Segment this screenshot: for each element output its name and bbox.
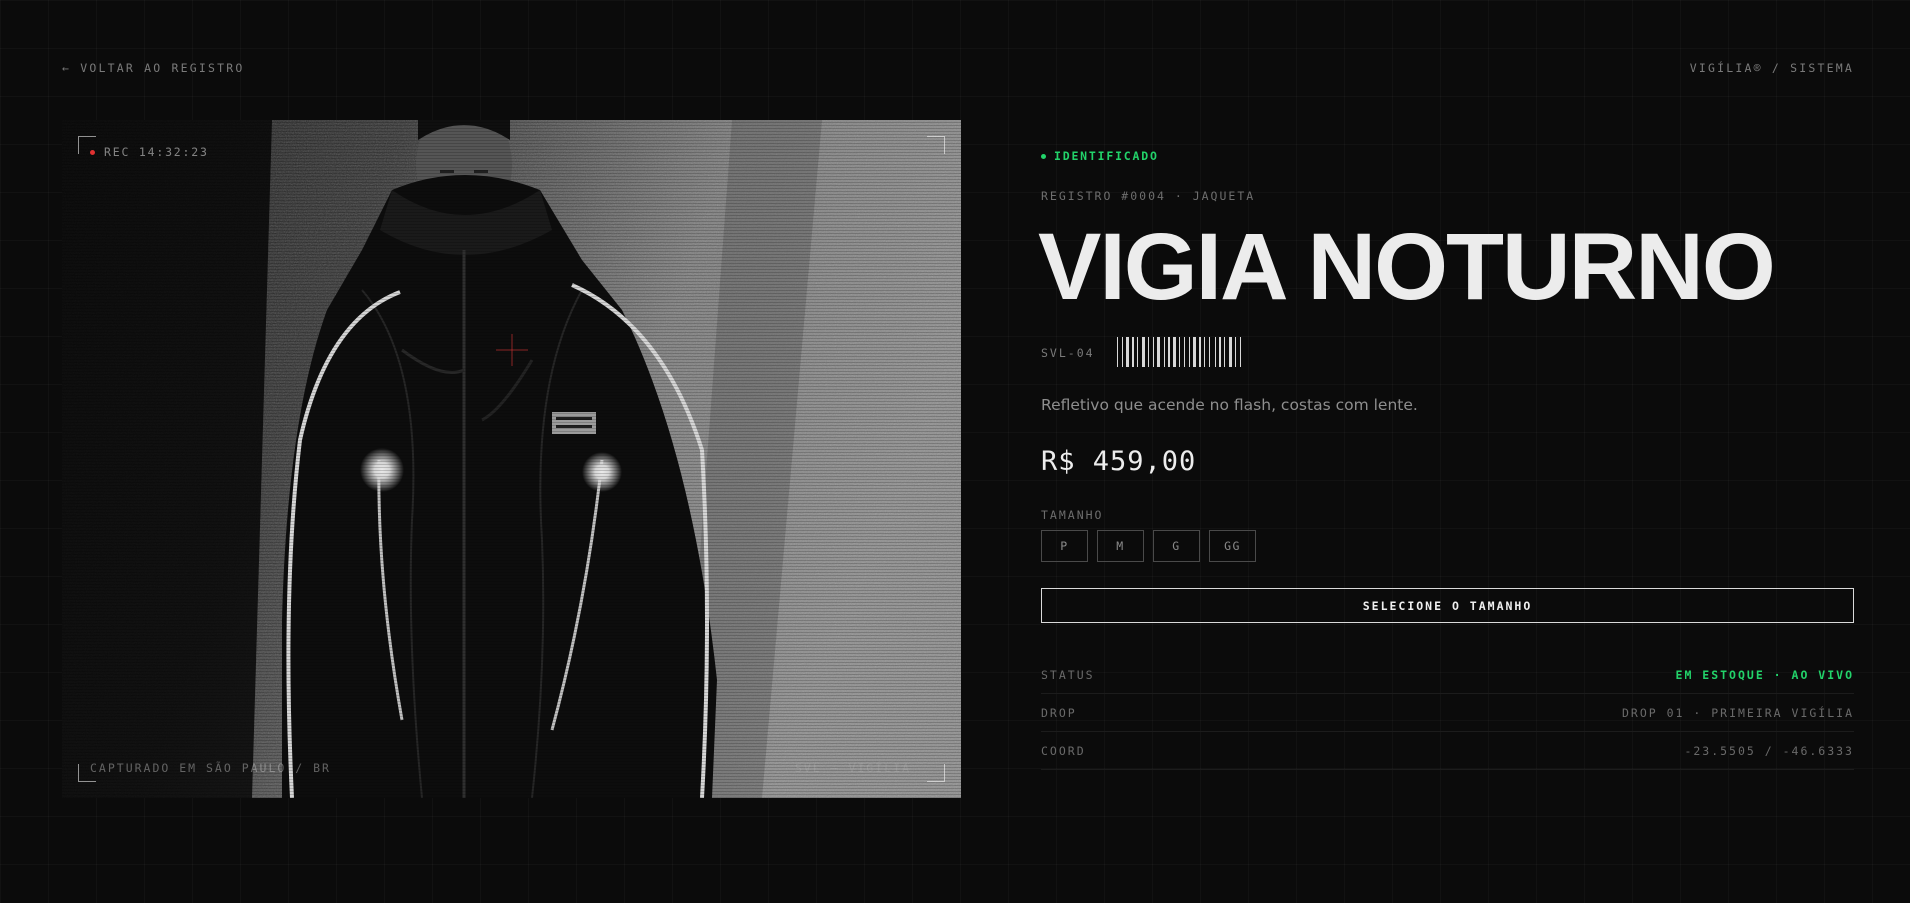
size-selector: P M G GG <box>1041 530 1256 562</box>
frame-corner-top-right <box>927 136 945 154</box>
product-sku: SVL-04 <box>1041 346 1095 360</box>
rec-dot-icon <box>90 149 95 155</box>
product-photo: REC 14:32:23 CAPTURADO EM SÃO PAULO / BR… <box>62 120 961 798</box>
select-size-button[interactable]: SELECIONE O TAMANHO <box>1041 588 1854 623</box>
spec-value-status: EM ESTOQUE · AO VIVO <box>1675 667 1854 682</box>
product-price: R$ 459,00 <box>1041 446 1197 477</box>
identified-badge: IDENTIFICADO <box>1041 149 1159 163</box>
barcode-icon <box>1117 337 1241 367</box>
spec-value-drop: DROP 01 · PRIMEIRA VIGÍLIA <box>1621 705 1854 720</box>
size-label: TAMANHO <box>1041 508 1104 522</box>
status-dot-icon <box>1041 153 1046 159</box>
capture-caption: CAPTURADO EM SÃO PAULO / BR <box>90 761 331 775</box>
product-image <box>62 120 961 798</box>
rec-label: REC 14:32:23 <box>104 145 209 159</box>
identified-label: IDENTIFICADO <box>1054 149 1159 163</box>
back-link[interactable]: ← VOLTAR AO REGISTRO <box>62 61 244 75</box>
product-title: VIGIA NOTURNO <box>1038 214 1776 320</box>
spec-row-coord: COORD -23.5505 / -46.6333 <box>1041 732 1854 770</box>
size-option-gg[interactable]: GG <box>1209 530 1256 562</box>
spec-key: STATUS <box>1041 667 1095 682</box>
rec-indicator: REC 14:32:23 <box>90 145 209 159</box>
size-option-p[interactable]: P <box>1041 530 1088 562</box>
watermark-caption: SVL — VIGÍLIA <box>794 761 911 775</box>
system-label: VIGÍLIA® / SISTEMA <box>1689 61 1854 75</box>
size-option-m[interactable]: M <box>1097 530 1144 562</box>
spec-value-coord: -23.5505 / -46.6333 <box>1684 743 1854 758</box>
size-option-g[interactable]: G <box>1153 530 1200 562</box>
spec-key: COORD <box>1041 743 1086 758</box>
crosshair-icon <box>496 334 528 366</box>
frame-corner-bottom-right <box>927 764 945 782</box>
spec-key: DROP <box>1041 705 1077 720</box>
product-description: Refletivo que acende no flash, costas co… <box>1041 396 1418 414</box>
spec-table: STATUS EM ESTOQUE · AO VIVO DROP DROP 01… <box>1041 656 1854 770</box>
spec-row-drop: DROP DROP 01 · PRIMEIRA VIGÍLIA <box>1041 694 1854 732</box>
record-number: REGISTRO #0004 · JAQUETA <box>1041 189 1256 203</box>
spec-row-status: STATUS EM ESTOQUE · AO VIVO <box>1041 656 1854 694</box>
